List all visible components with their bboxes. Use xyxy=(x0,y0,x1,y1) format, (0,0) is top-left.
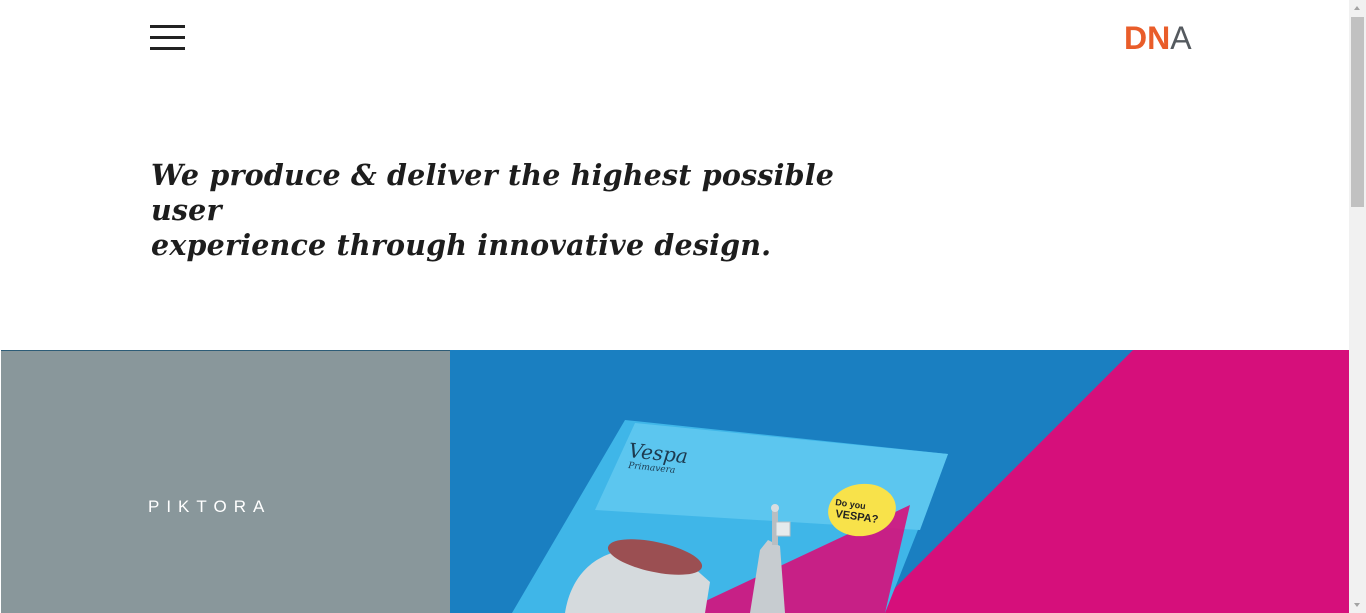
project-grid: PIKTORA Vespa Primavera Do you VESPA? xyxy=(0,350,1349,613)
project-tile-vespa[interactable]: Vespa Primavera Do you VESPA? xyxy=(450,350,1349,613)
scroll-down-arrow-icon[interactable] xyxy=(1349,596,1366,613)
project-tile-piktora[interactable]: PIKTORA xyxy=(1,350,450,613)
vertical-scrollbar[interactable] xyxy=(1349,0,1366,613)
dna-logo[interactable]: DNA xyxy=(1124,20,1192,56)
tagline-line-1: We produce & deliver the highest possibl… xyxy=(151,158,835,227)
piktora-logo: PIKTORA xyxy=(148,497,272,516)
logo-part-dn: DN xyxy=(1124,20,1171,56)
hero-tagline: We produce & deliver the highest possibl… xyxy=(151,158,871,263)
vespa-project-image: Vespa Primavera Do you VESPA? xyxy=(450,350,1349,613)
scrollbar-thumb[interactable] xyxy=(1351,17,1364,207)
menu-bar-bottom xyxy=(150,47,185,50)
scroll-up-arrow-icon[interactable] xyxy=(1349,0,1366,17)
page: DNA We produce & deliver the highest pos… xyxy=(0,0,1349,613)
menu-bar-top xyxy=(150,25,185,28)
logo-part-a: A xyxy=(1170,20,1192,56)
tagline-line-2: experience through innovative design. xyxy=(151,228,772,262)
menu-bar-middle xyxy=(150,36,185,39)
hamburger-menu-icon[interactable] xyxy=(150,25,186,51)
